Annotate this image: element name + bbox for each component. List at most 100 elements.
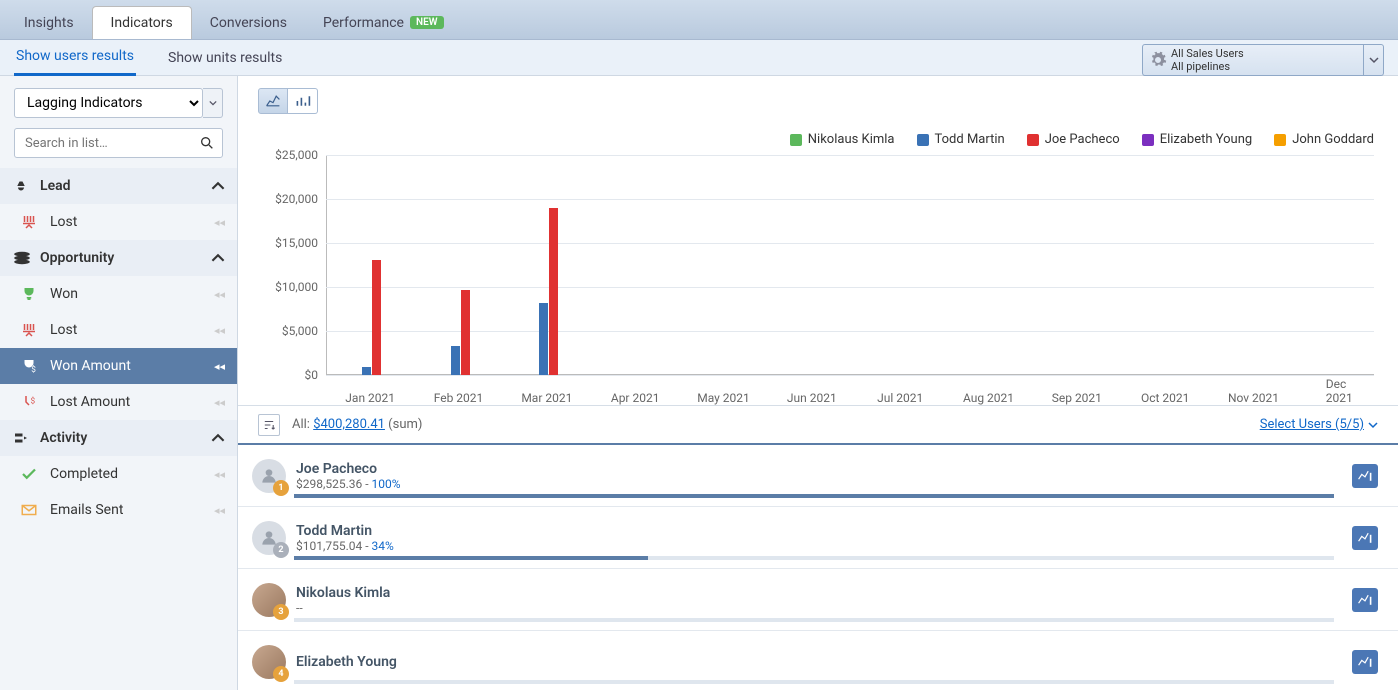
- chart-bar[interactable]: [461, 290, 470, 375]
- expand-icon[interactable]: ◂◂: [214, 324, 225, 337]
- line-chart-button[interactable]: [258, 88, 288, 114]
- sidebar-item-emails-sent[interactable]: Emails Sent ◂◂: [0, 492, 237, 528]
- user-info: Joe Pacheco$298,525.36 - 100%: [296, 461, 1352, 491]
- sidebar-header-activity[interactable]: Activity: [0, 420, 237, 456]
- y-tick-label: $25,000: [262, 148, 318, 162]
- expand-icon[interactable]: ◂◂: [214, 216, 225, 229]
- search-input[interactable]: [14, 128, 223, 158]
- chart-bar[interactable]: [451, 346, 460, 375]
- chevron-down-icon[interactable]: [203, 88, 223, 118]
- sidebar-item-opp-lost[interactable]: Lost ◂◂: [0, 312, 237, 348]
- rank-badge: 1: [273, 480, 289, 496]
- user-row[interactable]: 3 Nikolaus Kimla--: [238, 569, 1398, 631]
- item-label: Completed: [50, 466, 118, 482]
- badge-new: NEW: [410, 16, 444, 29]
- indicator-select[interactable]: Lagging Indicators: [14, 88, 203, 118]
- total-amount-link[interactable]: $400,280.41: [313, 417, 385, 432]
- legend-item[interactable]: Nikolaus Kimla: [790, 132, 895, 147]
- tab-indicators[interactable]: Indicators: [92, 6, 192, 39]
- sidebar-group-opportunity: Opportunity Won ◂◂ Lost ◂◂ $ Won Amount …: [0, 240, 237, 420]
- item-label: Won Amount: [50, 358, 131, 374]
- x-tick-label: Jul 2021: [877, 391, 923, 405]
- sidebar-item-lost-amount[interactable]: $ Lost Amount ◂◂: [0, 384, 237, 420]
- tab-label: Insights: [24, 15, 74, 31]
- user-amount: --: [296, 601, 1352, 615]
- user-chart-button[interactable]: [1352, 588, 1378, 612]
- item-label: Lost: [50, 322, 77, 338]
- legend-item[interactable]: Joe Pacheco: [1027, 132, 1120, 147]
- item-label: Lost: [50, 214, 77, 230]
- sidebar-item-completed[interactable]: Completed ◂◂: [0, 456, 237, 492]
- show-users-link[interactable]: Show users results: [14, 39, 136, 76]
- sidebar-group-lead: Lead Lost ◂◂: [0, 168, 237, 240]
- pipeline-line1: All Sales Users: [1171, 47, 1244, 60]
- progress-track: [294, 618, 1334, 622]
- x-tick-label: Jun 2021: [787, 391, 837, 405]
- user-row[interactable]: 4Elizabeth Young: [238, 631, 1398, 690]
- select-users-link[interactable]: Select Users (5/5): [1260, 417, 1378, 432]
- expand-icon[interactable]: ◂◂: [214, 288, 225, 301]
- user-amount: $298,525.36 - 100%: [296, 477, 1352, 491]
- x-tick-label: Mar 2021: [521, 391, 572, 405]
- legend-item[interactable]: Elizabeth Young: [1142, 132, 1253, 147]
- pipeline-selector[interactable]: All Sales Users All pipelines: [1142, 44, 1384, 76]
- tab-label: Performance: [323, 15, 404, 31]
- sidebar-item-lead-lost[interactable]: Lost ◂◂: [0, 204, 237, 240]
- user-name: Nikolaus Kimla: [296, 585, 1352, 601]
- all-label: All: $400,280.41 (sum): [292, 417, 422, 432]
- legend-item[interactable]: John Goddard: [1274, 132, 1374, 147]
- users-list: 1 Joe Pacheco$298,525.36 - 100% 2Todd Mart…: [238, 445, 1398, 690]
- user-chart-button[interactable]: [1352, 464, 1378, 488]
- chevron-down-icon[interactable]: [1364, 44, 1384, 76]
- subbar: Show users results Show units results Al…: [0, 40, 1398, 76]
- legend-label: Elizabeth Young: [1160, 132, 1253, 147]
- avatar: 3: [252, 583, 286, 617]
- tab-performance[interactable]: Performance NEW: [305, 6, 462, 39]
- tab-conversions[interactable]: Conversions: [192, 6, 305, 39]
- show-units-link[interactable]: Show units results: [166, 41, 284, 75]
- user-row[interactable]: 1 Joe Pacheco$298,525.36 - 100%: [238, 445, 1398, 507]
- expand-icon[interactable]: ◂◂: [214, 504, 225, 517]
- chart-bar[interactable]: [362, 367, 371, 375]
- tab-insights[interactable]: Insights: [6, 6, 92, 39]
- progress-track: [294, 556, 1334, 560]
- sidebar-header-opportunity[interactable]: Opportunity: [0, 240, 237, 276]
- chevron-up-icon: [211, 431, 225, 445]
- chart-bar[interactable]: [372, 260, 381, 375]
- search-icon[interactable]: [199, 135, 215, 151]
- indicator-type-dropdown[interactable]: Lagging Indicators: [14, 88, 223, 118]
- sidebar-header-lead[interactable]: Lead: [0, 168, 237, 204]
- sort-button[interactable]: [258, 414, 280, 436]
- user-chart-button[interactable]: [1352, 526, 1378, 550]
- user-chart-button[interactable]: [1352, 650, 1378, 674]
- user-amount: $101,755.04 - 34%: [296, 539, 1352, 553]
- avatar: 2: [252, 521, 286, 555]
- group-label: Lead: [40, 178, 71, 194]
- x-tick-label: Oct 2021: [1141, 391, 1189, 405]
- x-tick-label: Nov 2021: [1228, 391, 1279, 405]
- progress-track: [294, 680, 1334, 684]
- expand-icon[interactable]: ◂◂: [214, 360, 225, 373]
- legend-item[interactable]: Todd Martin: [917, 132, 1005, 147]
- sidebar-item-won-amount[interactable]: $ Won Amount ◂◂: [0, 348, 237, 384]
- chevron-up-icon: [211, 251, 225, 265]
- sidebar-item-won[interactable]: Won ◂◂: [0, 276, 237, 312]
- expand-icon[interactable]: ◂◂: [214, 468, 225, 481]
- chart-bar[interactable]: [549, 208, 558, 375]
- user-row[interactable]: 2Todd Martin$101,755.04 - 34%: [238, 507, 1398, 569]
- y-tick-label: $5,000: [262, 324, 318, 338]
- rank-badge: 4: [273, 666, 289, 682]
- chart-bar[interactable]: [539, 303, 548, 375]
- user-name: Joe Pacheco: [296, 461, 1352, 477]
- chart: $0$5,000$10,000$15,000$20,000$25,000Jan …: [262, 155, 1374, 405]
- sidebar: Lagging Indicators Lead Lost: [0, 76, 238, 690]
- top-tabs: Insights Indicators Conversions Performa…: [0, 0, 1398, 40]
- item-label: Won: [50, 286, 78, 302]
- expand-icon[interactable]: ◂◂: [214, 396, 225, 409]
- group-label: Activity: [40, 430, 87, 446]
- rank-badge: 2: [273, 542, 289, 558]
- bar-chart-button[interactable]: [288, 88, 318, 114]
- check-icon: [20, 465, 42, 483]
- rank-badge: 3: [273, 604, 289, 620]
- item-label: Lost Amount: [50, 394, 130, 410]
